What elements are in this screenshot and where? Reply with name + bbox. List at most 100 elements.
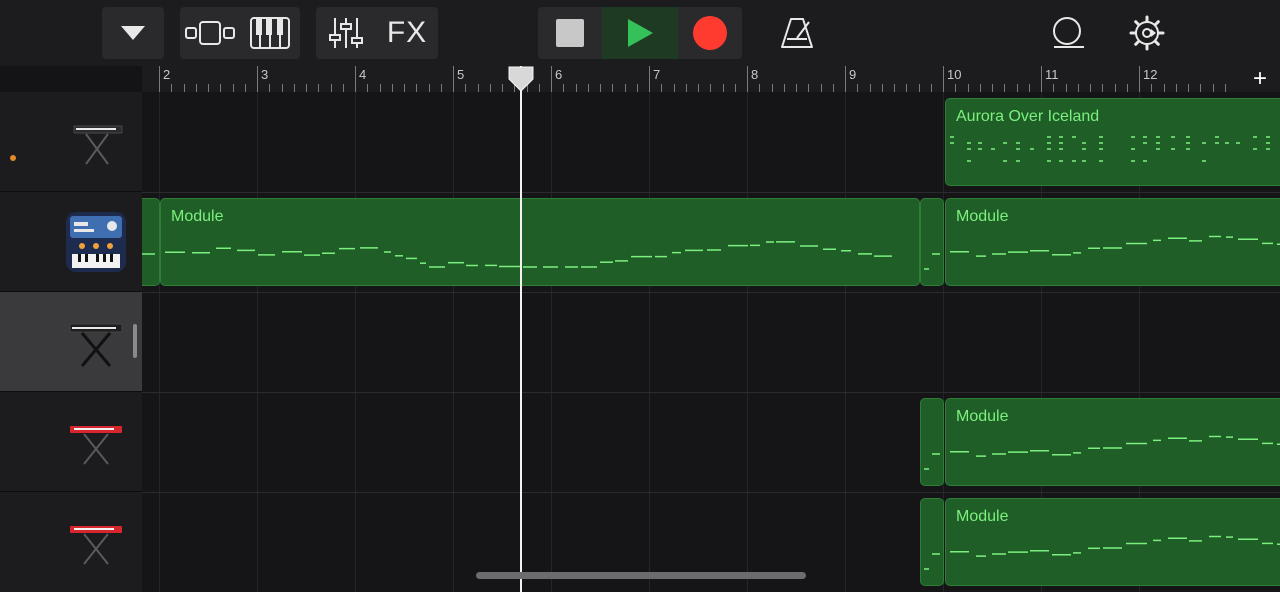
- playhead-line[interactable]: [520, 66, 522, 592]
- transport-group: [538, 7, 742, 59]
- bar-number: 6: [555, 67, 563, 82]
- ruler-tick: [1065, 84, 1067, 92]
- play-icon: [628, 19, 653, 47]
- ruler-tick: [992, 84, 993, 92]
- ruler-tick: [1090, 84, 1091, 92]
- keyboard-view-button[interactable]: [240, 7, 300, 59]
- ruler-tick: [551, 66, 552, 92]
- region-module[interactable]: Module: [945, 498, 1280, 586]
- ruler-tick: [612, 84, 614, 92]
- add-label: +: [1252, 65, 1267, 92]
- record-button[interactable]: [678, 7, 742, 59]
- ruler-tick: [722, 84, 724, 92]
- track-controls-button[interactable]: [316, 7, 376, 59]
- ruler-tick: [502, 84, 503, 92]
- ruler-tick: [440, 84, 442, 92]
- ruler-tick: [355, 66, 356, 92]
- ruler-tick: [232, 84, 234, 92]
- red-keyboard-icon: [70, 426, 122, 465]
- ruler-tick: [759, 84, 761, 92]
- ruler-tick: [832, 84, 834, 92]
- track-header-3[interactable]: [0, 292, 142, 392]
- menu-dropdown-button[interactable]: [102, 7, 164, 59]
- keyboard-icon: [73, 125, 123, 165]
- metronome-icon: [781, 18, 813, 48]
- scroll-handle[interactable]: [133, 324, 137, 358]
- fx-label: FX: [386, 16, 428, 49]
- tracks-area[interactable]: Aurora Over Iceland Module Module Module…: [142, 92, 1280, 592]
- ruler-tick: [771, 84, 773, 92]
- loop-browser-button[interactable]: [1040, 7, 1094, 59]
- track-header-1[interactable]: [0, 92, 142, 192]
- ruler-tick: [183, 84, 185, 92]
- stop-icon: [556, 19, 584, 47]
- ruler-tick: [1004, 84, 1006, 92]
- track-header-5[interactable]: [0, 492, 142, 591]
- region-fragment[interactable]: [920, 198, 944, 286]
- ruler-tick: [1102, 84, 1104, 92]
- tracks-view-button[interactable]: [180, 7, 240, 59]
- add-section-button[interactable]: +: [1240, 65, 1280, 92]
- ruler-tick: [747, 66, 748, 92]
- ruler-tick: [869, 84, 871, 92]
- ruler-tick: [1114, 84, 1116, 92]
- ruler-tick: [1163, 84, 1165, 92]
- bar-number: 11: [1045, 67, 1059, 82]
- tracks-view-icon: [185, 21, 235, 45]
- midi-notes: [924, 553, 940, 570]
- fx-button[interactable]: FX: [376, 7, 438, 59]
- region-module[interactable]: Module: [160, 198, 920, 286]
- midi-notes: [924, 253, 940, 270]
- view-group: [180, 7, 300, 59]
- ruler-tick: [943, 66, 944, 92]
- region-module[interactable]: Module: [945, 398, 1280, 486]
- ruler-tick: [453, 66, 454, 92]
- playhead-handle[interactable]: [508, 66, 534, 92]
- track-header-4[interactable]: [0, 392, 142, 492]
- ruler-tick: [171, 84, 173, 92]
- midi-notes: [165, 241, 892, 268]
- ruler-tick: [404, 84, 405, 92]
- ruler-tick: [563, 84, 565, 92]
- ruler-tick: [416, 84, 418, 92]
- ruler-tick: [1126, 84, 1128, 92]
- ruler-tick: [465, 84, 467, 92]
- ruler-tick: [269, 84, 271, 92]
- ruler-tick: [1028, 84, 1030, 92]
- region-aurora-over-iceland[interactable]: Aurora Over Iceland: [945, 98, 1280, 186]
- region-fragment[interactable]: [142, 198, 160, 286]
- ruler-tick: [930, 84, 932, 92]
- ruler-tick: [306, 84, 307, 92]
- stop-button[interactable]: [538, 7, 602, 59]
- track-indicator-dot: [10, 155, 16, 161]
- ruler-tick: [342, 84, 344, 92]
- bar-number: 8: [751, 67, 759, 82]
- ruler-tick: [906, 84, 908, 92]
- control-bar: FX: [0, 0, 1280, 66]
- ruler-tick: [894, 84, 895, 92]
- ruler-tick: [293, 84, 295, 92]
- ruler-tick: [587, 84, 589, 92]
- record-icon: [693, 16, 727, 50]
- midi-notes: [950, 235, 1280, 257]
- ruler-tick: [1139, 66, 1140, 92]
- bar-number: 12: [1143, 67, 1158, 82]
- play-button[interactable]: [602, 7, 678, 59]
- settings-button[interactable]: [1120, 7, 1174, 59]
- ruler-tick: [710, 84, 712, 92]
- timeline-ruler[interactable]: 2 3 4 5 6 7 8 9 10 11 12: [142, 66, 1240, 93]
- metronome-button[interactable]: [770, 7, 824, 59]
- ruler-tick: [1016, 84, 1018, 92]
- track-lane[interactable]: [142, 292, 1280, 393]
- region-fragment[interactable]: [920, 398, 944, 486]
- ruler-tick: [881, 84, 883, 92]
- ruler-tick: [1175, 84, 1177, 92]
- ruler-tick: [244, 84, 246, 92]
- loop-icon: [1053, 17, 1084, 48]
- track-header-2[interactable]: [0, 192, 142, 292]
- ruler-tick: [1053, 84, 1055, 92]
- region-fragment[interactable]: [920, 498, 944, 586]
- region-module[interactable]: Module: [945, 198, 1280, 286]
- ruler-tick: [281, 84, 283, 92]
- ruler-tick: [257, 66, 258, 92]
